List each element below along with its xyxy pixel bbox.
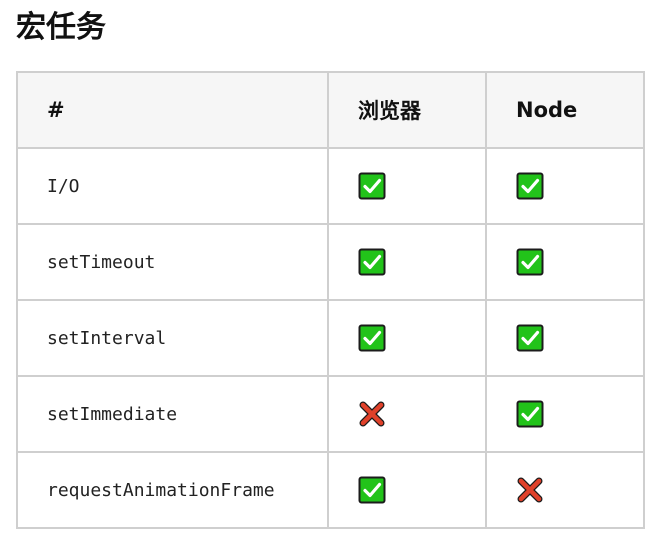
- table-row: setInterval: [16, 299, 645, 377]
- table-row: setTimeout: [16, 223, 645, 301]
- api-name-cell: setTimeout: [16, 223, 329, 301]
- table-row: requestAnimationFrame: [16, 451, 645, 529]
- support-table: # 浏览器 Node I/O setTimeout setInterval setIm…: [16, 71, 645, 529]
- api-name-cell: requestAnimationFrame: [16, 451, 329, 529]
- cross-icon: [358, 400, 386, 428]
- cross-icon: [516, 476, 544, 504]
- browser-support-cell: [327, 299, 487, 377]
- node-support-cell: [485, 223, 645, 301]
- browser-support-cell: [327, 451, 487, 529]
- table-row: I/O: [16, 147, 645, 225]
- browser-support-cell: [327, 223, 487, 301]
- header-api: #: [16, 71, 329, 149]
- check-box-icon: [358, 476, 386, 504]
- header-row: # 浏览器 Node: [16, 71, 645, 149]
- api-name-cell: setInterval: [16, 299, 329, 377]
- node-support-cell: [485, 451, 645, 529]
- check-box-icon: [358, 172, 386, 200]
- check-box-icon: [358, 324, 386, 352]
- node-support-cell: [485, 147, 645, 225]
- api-name-cell: setImmediate: [16, 375, 329, 453]
- browser-support-cell: [327, 375, 487, 453]
- header-browser: 浏览器: [327, 71, 487, 149]
- node-support-cell: [485, 375, 645, 453]
- header-node: Node: [485, 71, 645, 149]
- node-support-cell: [485, 299, 645, 377]
- api-name-cell: I/O: [16, 147, 329, 225]
- browser-support-cell: [327, 147, 487, 225]
- page-title: 宏任务: [16, 10, 106, 45]
- check-box-icon: [516, 324, 544, 352]
- table-row: setImmediate: [16, 375, 645, 453]
- check-box-icon: [516, 400, 544, 428]
- check-box-icon: [516, 248, 544, 276]
- check-box-icon: [516, 172, 544, 200]
- check-box-icon: [358, 248, 386, 276]
